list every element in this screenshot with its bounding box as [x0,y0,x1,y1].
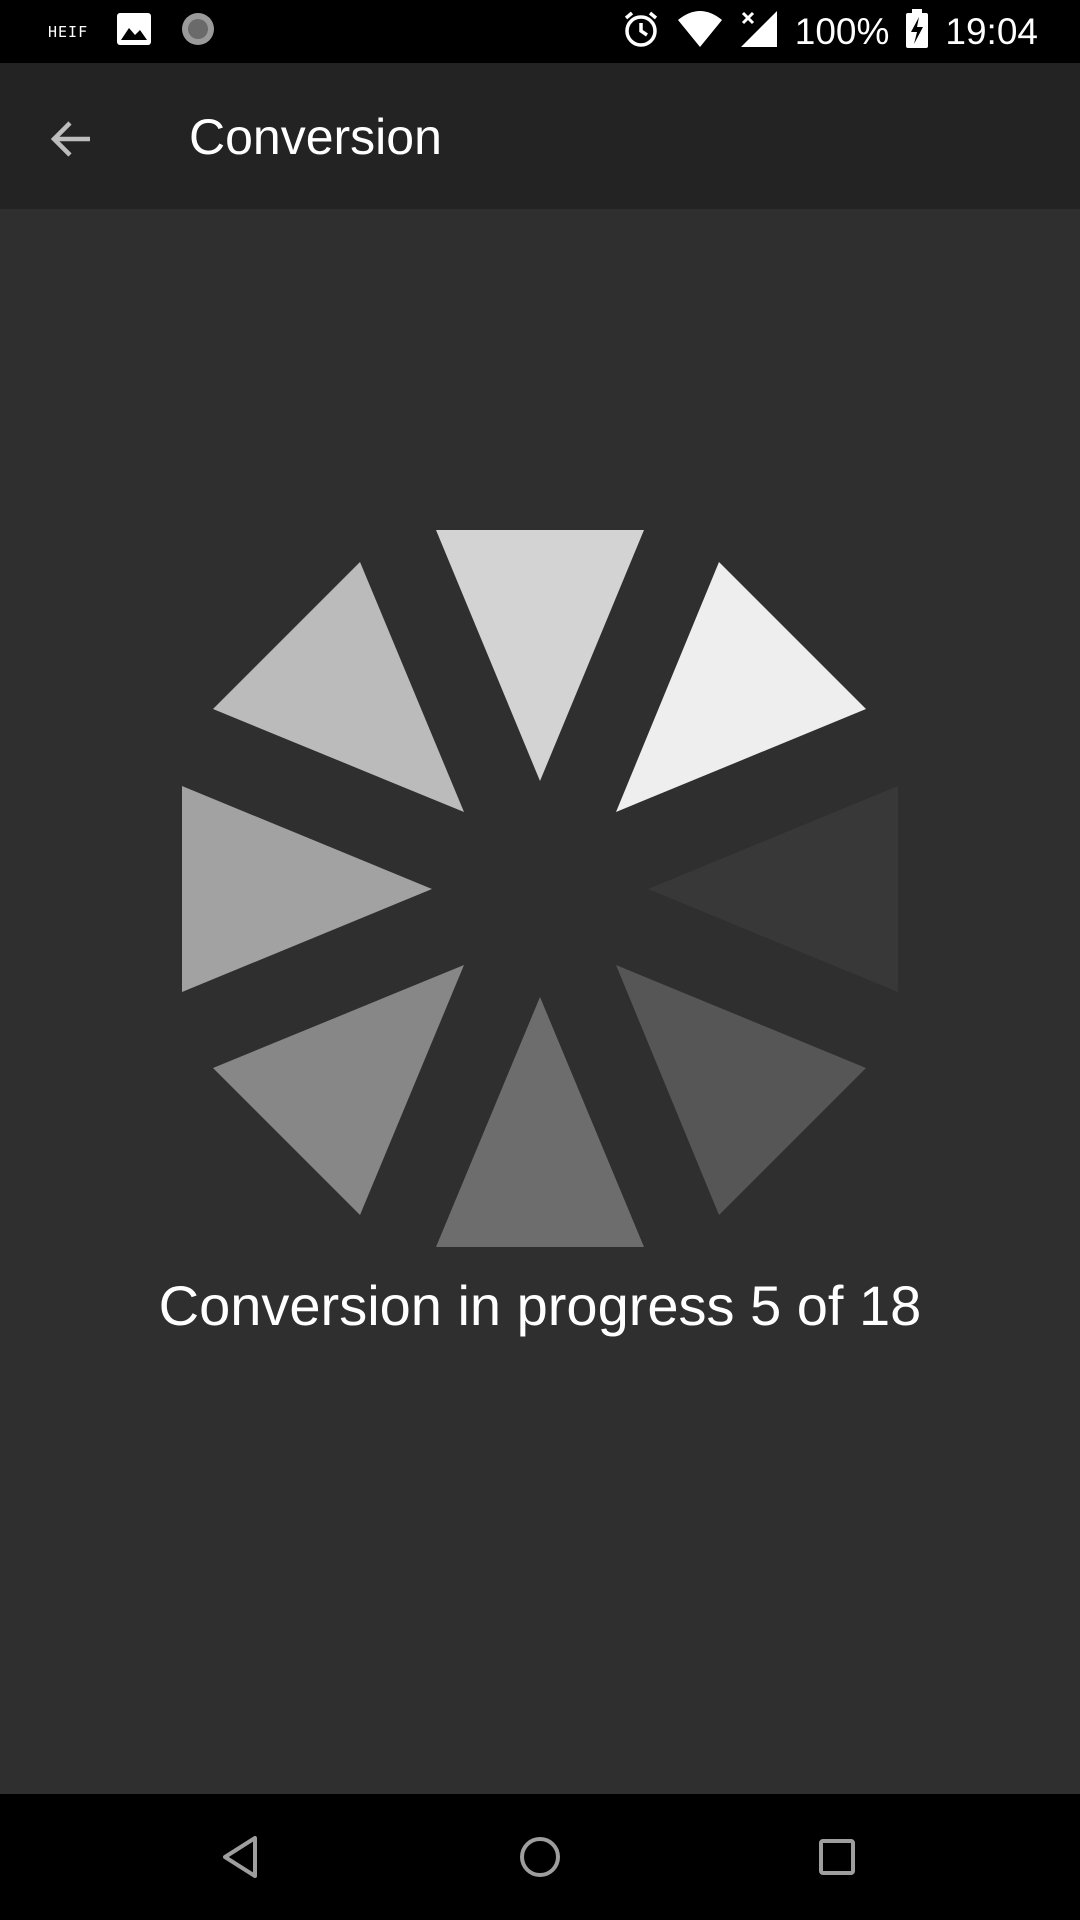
spinner-segment-top [436,530,644,781]
progress-label: Conversion in progress 5 of 18 [158,1274,922,1337]
status-right-icons: 100% 19:04 [621,0,1038,63]
alarm-icon [621,9,661,54]
spinner-segment-bottom-right [616,965,866,1215]
nav-home-button[interactable] [505,1822,575,1892]
app-bar: Conversion [0,63,1080,209]
heif-notification-icon: HEIF [48,22,89,41]
wifi-icon [677,10,723,53]
status-bar: HEIF 100% 19:04 [0,0,1080,63]
arrow-back-icon [50,121,90,157]
clock: 19:04 [945,10,1038,52]
no-signal-icon [739,9,779,54]
battery-percent: 100% [794,10,890,52]
battery-charging-icon [905,9,929,54]
image-icon [116,12,152,51]
spinner-segment-left [182,786,432,992]
spinner-segment-right [648,786,898,992]
loading-spinner-icon [182,530,898,1247]
nav-back-button[interactable] [206,1822,276,1892]
spinner-segment-top-left [213,562,464,812]
spinner-segment-bottom-left [213,965,464,1215]
back-button[interactable] [36,103,108,175]
nav-recents-button[interactable] [802,1822,872,1892]
navigation-bar [0,1794,1080,1920]
nav-home-icon [520,1837,560,1877]
spinner-segment-bottom [436,997,644,1247]
nav-recents-icon [819,1839,855,1875]
nav-back-icon [223,1836,257,1878]
main-content: Conversion in progress 5 of 18 [0,209,1080,1794]
status-left-icons: HEIF [48,0,216,63]
spinner-segment-top-right [616,562,866,812]
spinner-notification-icon [180,11,216,52]
page-title: Conversion [189,109,442,165]
